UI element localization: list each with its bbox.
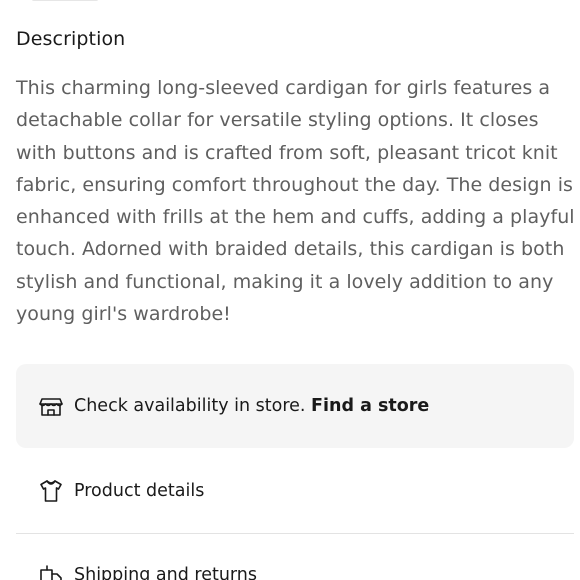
description-text: This charming long-sleeved cardigan for … [16,77,575,326]
product-info-page: Description This charming long-sleeved c… [0,0,580,580]
tshirt-icon [38,478,64,504]
product-details-label: Product details [74,481,205,501]
tab-indicator [32,0,98,1]
divider [16,533,574,534]
shipping-returns-row[interactable]: Shipping and returns [16,560,574,580]
store-availability-card: Check availability in store. Find a stor… [16,364,574,448]
description-title: Description [16,28,126,50]
store-availability-text: Check availability in store. Find a stor… [74,396,429,416]
shipping-icon [38,562,64,580]
shipping-returns-label: Shipping and returns [74,565,258,580]
store-icon [38,393,64,419]
store-availability-label: Check availability in store. [74,396,306,416]
find-a-store-link[interactable]: Find a store [311,396,429,416]
product-details-row[interactable]: Product details [16,470,574,512]
